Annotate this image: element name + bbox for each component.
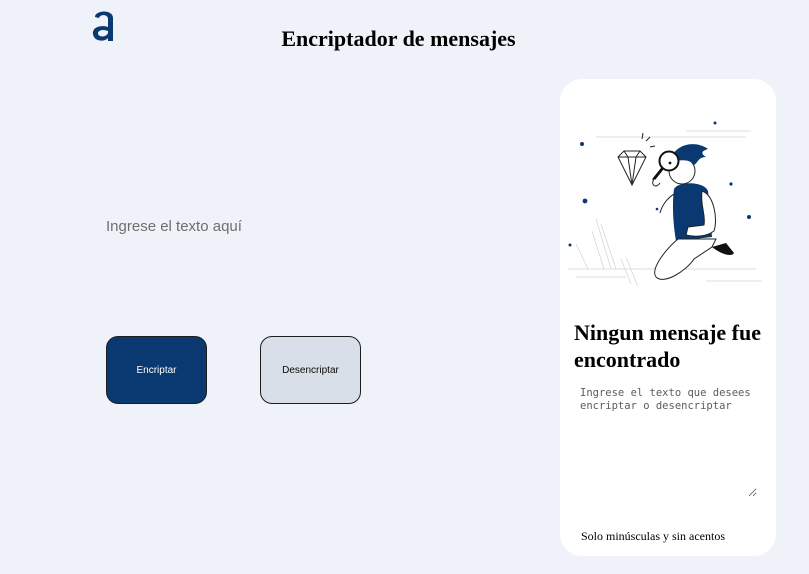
- decrypt-button[interactable]: Desencriptar: [260, 336, 361, 404]
- encrypt-button[interactable]: Encriptar: [106, 336, 207, 404]
- app-page: Encriptador de mensajes Encriptar Desenc…: [0, 0, 809, 574]
- result-panel: Ningun mensaje fue encontrado Solo minús…: [560, 79, 776, 556]
- result-output[interactable]: [580, 387, 757, 497]
- page-title: Encriptador de mensajes: [281, 26, 516, 51]
- input-hint: Solo minúsculas y sin acentos: [581, 529, 725, 543]
- person-searching-diamond-icon: [568, 121, 762, 288]
- no-message-title: Ningun mensaje fue encontrado: [574, 320, 762, 372]
- message-input[interactable]: [106, 218, 526, 318]
